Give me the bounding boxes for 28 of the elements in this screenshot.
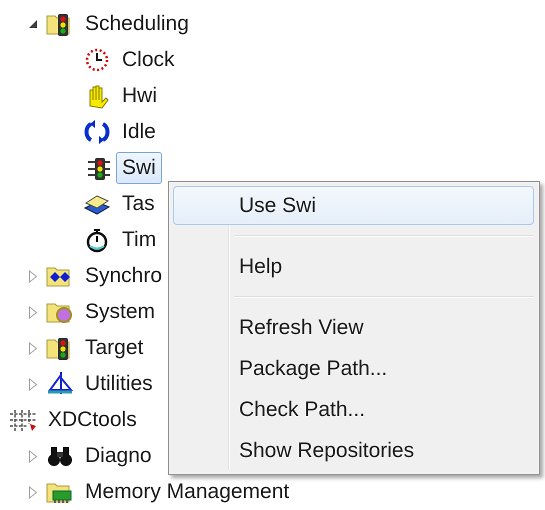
tree-item[interactable]: Tas xyxy=(116,188,161,220)
tree-item[interactable]: Tim xyxy=(116,224,162,256)
tree-item[interactable]: Diagno xyxy=(79,440,158,472)
menu-item[interactable]: Check Path... xyxy=(173,390,534,429)
expand-arrow-icon[interactable] xyxy=(28,270,38,282)
tree-item[interactable]: Synchro xyxy=(79,260,168,292)
menu-item[interactable]: Show Repositories xyxy=(173,431,534,470)
tree-item[interactable]: Swi xyxy=(116,152,162,184)
expand-arrow-icon[interactable] xyxy=(28,306,38,318)
menu-item[interactable]: Use Swi xyxy=(173,186,534,225)
expand-arrow-icon[interactable] xyxy=(28,342,38,354)
tree-item[interactable]: Scheduling xyxy=(79,8,195,40)
collapse-arrow-icon[interactable] xyxy=(28,19,38,29)
tree-item[interactable]: XDCtools xyxy=(42,404,143,436)
menu-item[interactable]: Refresh View xyxy=(173,308,534,347)
menu-item[interactable]: Package Path... xyxy=(173,349,534,388)
tree-item[interactable]: Utilities xyxy=(79,368,159,400)
tree-item[interactable]: System xyxy=(79,296,162,328)
tree-item[interactable]: Idle xyxy=(116,116,162,148)
refresh-arrows-icon xyxy=(82,118,112,146)
tree-item[interactable]: Target xyxy=(79,332,150,364)
expand-arrow-icon[interactable] xyxy=(28,486,38,498)
tree-item[interactable]: Hwi xyxy=(116,80,163,112)
expand-arrow-icon[interactable] xyxy=(28,378,38,390)
menu-item[interactable]: Help xyxy=(173,247,534,286)
tree-item[interactable]: Clock xyxy=(116,44,181,76)
tree-item[interactable]: Memory Management xyxy=(79,476,296,508)
expand-arrow-icon[interactable] xyxy=(28,450,38,462)
